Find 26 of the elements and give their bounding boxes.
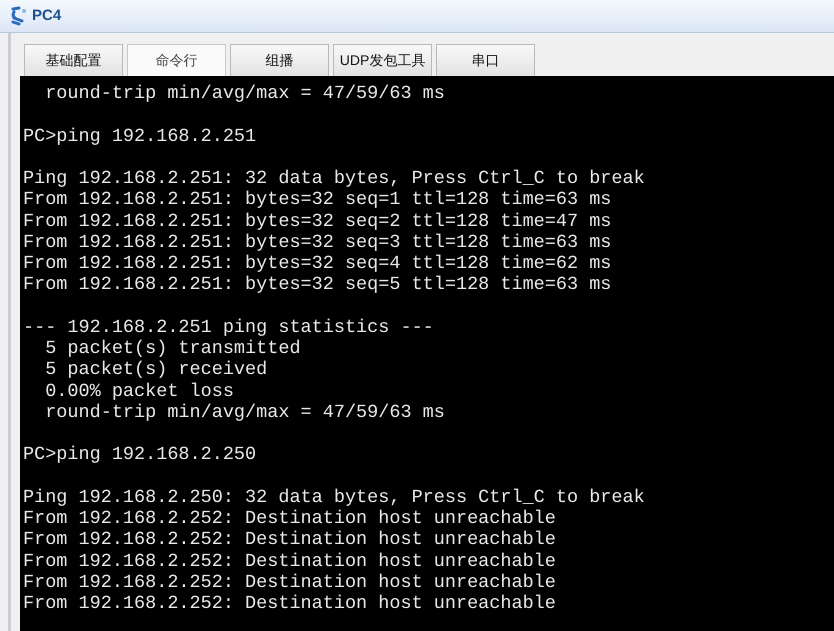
- tab[interactable]: 组播: [230, 44, 329, 76]
- terminal-line: round-trip min/avg/max = 47/59/63 ms: [44, 402, 445, 423]
- terminal-line: 0.00% packet loss: [44, 380, 234, 402]
- tab[interactable]: 基础配置: [24, 44, 123, 76]
- terminal-line: Ping 192.168.2.251: 32 data bytes, Press Ctrl_C to break: [23, 168, 645, 190]
- terminal-line: From 192.168.2.252: Destination host unreachable: [23, 550, 556, 572]
- terminal-line: Ping 192.168.2.250: 32 data bytes, Press Ctrl_C to break: [23, 486, 645, 508]
- terminal-line: --- 192.168.2.251 ping statistics ---: [23, 316, 434, 338]
- terminal-line: PC>ping 192.168.2.250: [23, 444, 256, 466]
- terminal-line: 5 packet(s) transmitted: [44, 338, 301, 360]
- window-title: PC4: [32, 6, 62, 26]
- tab[interactable]: UDP发包工具: [333, 44, 432, 76]
- tab[interactable]: 命令行: [127, 44, 226, 76]
- tab[interactable]: 串口: [436, 44, 535, 76]
- terminal-line: PC>ping 192.168.2.251: [23, 126, 256, 147]
- terminal-line: From 192.168.2.251: bytes=32 seq=1 ttl=128 time=63 ms: [23, 189, 612, 210]
- terminal-line: 5 packet(s) received: [44, 359, 268, 380]
- terminal-line: From 192.168.2.252: Destination host unreachable: [23, 572, 556, 593]
- terminal-line: From 192.168.2.251: bytes=32 seq=4 ttl=128 time=62 ms: [23, 253, 612, 274]
- terminal-line: From 192.168.2.252: Destination host unreachable: [23, 593, 556, 614]
- terminal-line: From 192.168.2.251: bytes=32 seq=5 ttl=128 time=63 ms: [23, 274, 612, 296]
- terminal-line: From 192.168.2.252: Destination host unreachable: [23, 529, 556, 550]
- terminal-line: From 192.168.2.251: bytes=32 seq=3 ttl=128 time=63 ms: [23, 232, 612, 253]
- terminal-line: round-trip min/avg/max = 47/59/63 ms: [44, 83, 445, 104]
- terminal-line: From 192.168.2.252: Destination host unreachable: [23, 508, 556, 530]
- terminal-line: From 192.168.2.251: bytes=32 seq=2 ttl=128 time=47 ms: [23, 210, 612, 232]
